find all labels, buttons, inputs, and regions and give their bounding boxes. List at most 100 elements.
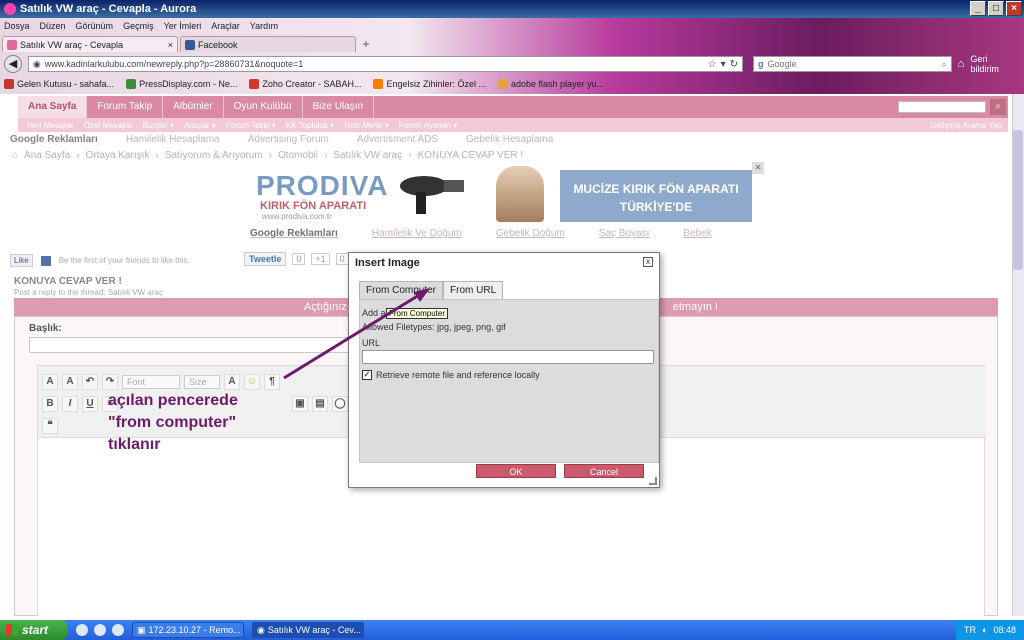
comment-icon[interactable]: ◯ [332, 396, 348, 412]
resize-grip[interactable] [649, 477, 657, 485]
site-nav-games[interactable]: Oyun Kulübü [224, 96, 303, 118]
menu-item-view[interactable]: Görünüm [76, 21, 114, 31]
image-icon[interactable]: ▣ [292, 396, 308, 412]
address-bar[interactable]: ◉ www.kadinlarkulubu.com/newreply.php?p=… [27, 56, 743, 72]
breadcrumb-item[interactable]: Otomobil [278, 150, 318, 161]
subnav-tools[interactable]: Araçlar ▾ [184, 121, 216, 130]
text-color-icon[interactable]: A [224, 374, 240, 390]
media-icon[interactable] [112, 624, 124, 636]
retrieve-remote-option[interactable]: ✓ Retrieve remote file and reference loc… [362, 370, 540, 380]
banner-link[interactable]: Bebek [683, 228, 711, 239]
subnav-private-messages[interactable]: Özel Mesajlar [84, 121, 133, 130]
advertisement-banner[interactable]: PRODIVA KIRIK FÖN APARATI www.prodiva.co… [248, 162, 764, 224]
page-scrollbar[interactable] [1012, 94, 1024, 616]
minimize-button[interactable]: _ [970, 1, 986, 16]
subnav-quick-menu[interactable]: Hızlı Menü ▾ [344, 121, 388, 130]
undo-icon[interactable]: ↶ [82, 374, 98, 390]
subnav-forum-follow[interactable]: Forum Takip ▾ [226, 121, 276, 130]
menu-item-help[interactable]: Yardım [250, 21, 278, 31]
bold-icon[interactable]: B [42, 396, 58, 412]
remove-format-icon[interactable]: A [62, 374, 78, 390]
menu-item-file[interactable]: Dosya [4, 21, 30, 31]
ad-link[interactable]: Advertising Forum [248, 134, 329, 145]
advanced-search-link[interactable]: Gelişmiş Arama Yap [930, 121, 1002, 130]
close-window-button[interactable]: × [1006, 1, 1022, 16]
bookmark-item[interactable]: adobe flash player yu... [498, 79, 604, 89]
menu-item-edit[interactable]: Düzen [40, 21, 66, 31]
new-tab-button[interactable]: + [358, 38, 374, 52]
network-icon[interactable]: ◐ [982, 625, 987, 635]
ad-link[interactable]: Google Reklamları [10, 134, 98, 145]
tweet-button[interactable]: Tweetle [244, 252, 287, 266]
dropdown-icon[interactable]: ▾ [721, 59, 726, 70]
home-icon[interactable]: ⌂ [958, 58, 965, 70]
smiley-icon[interactable]: ☺ [244, 374, 260, 390]
redo-icon[interactable]: ↷ [102, 374, 118, 390]
banner-link[interactable]: Saç Boyası [599, 228, 650, 239]
browser-tab-active[interactable]: Satılık VW araç - Cevapla × [2, 36, 178, 52]
tab-close-icon[interactable]: × [168, 40, 173, 50]
bookmark-item[interactable]: Engelsiz Zihinler: Özel ... [373, 79, 486, 89]
tab-from-computer[interactable]: From Computer [359, 281, 444, 299]
menu-item-bookmarks[interactable]: Yer İmleri [164, 21, 202, 31]
cancel-button[interactable]: Cancel [564, 464, 644, 478]
banner-link[interactable]: Google Reklamları [250, 228, 338, 239]
breadcrumb-item[interactable]: Satıyorum & Arıyorum [165, 150, 263, 161]
site-search-input[interactable] [898, 101, 986, 113]
breadcrumb-item[interactable]: Ana Sayfa [24, 150, 70, 161]
home-icon[interactable]: ⌂ [12, 150, 18, 161]
ad-link[interactable]: Advertisment ADS [357, 134, 438, 145]
browser-icon[interactable] [94, 624, 106, 636]
breadcrumb-item[interactable]: Satılık VW araç [333, 150, 402, 161]
italic-icon[interactable]: I [62, 396, 78, 412]
bookmark-item[interactable]: PressDisplay.com - Ne... [126, 79, 237, 89]
quote-icon[interactable]: ❝ [42, 418, 58, 434]
bookmark-item[interactable]: Zoho Creator - SABAH... [249, 79, 361, 89]
breadcrumb-item[interactable]: Ortaya Karışık [86, 150, 150, 161]
ok-button[interactable]: OK [476, 464, 556, 478]
subnav-horoscopes[interactable]: Burçlar ▾ [143, 121, 175, 130]
start-button[interactable]: start [0, 620, 68, 640]
search-bar[interactable]: g Google ⌕ [752, 56, 952, 72]
reload-icon[interactable]: ↻ [730, 59, 738, 70]
maximize-button[interactable]: □ [988, 1, 1004, 16]
size-select[interactable]: Size [184, 375, 220, 389]
font-select[interactable]: Font [122, 375, 180, 389]
scrollbar-thumb[interactable] [1013, 130, 1023, 270]
taskbar-item-remote[interactable]: ▣ 172.23.10.27 - Remo... [132, 622, 244, 638]
ad-link[interactable]: Gebelik Hesaplama [466, 134, 553, 145]
url-input[interactable] [362, 350, 654, 364]
dialog-close-icon[interactable]: x [643, 257, 653, 267]
subnav-new-messages[interactable]: Yeni Mesajlar [26, 121, 74, 130]
subnav-community[interactable]: KK Topluluk ▾ [286, 121, 334, 130]
banner-link[interactable]: Gebelik Doğum [496, 228, 565, 239]
taskbar-item-browser[interactable]: ◉ Satılık VW araç - Cev... [252, 622, 364, 638]
back-button[interactable]: ◀ [4, 55, 22, 73]
text-mode-icon[interactable]: A [42, 374, 58, 390]
ad-link[interactable]: Hamilelik Hesaplama [126, 134, 220, 145]
google-plus-button[interactable]: +1 [311, 253, 330, 265]
feedback-label[interactable]: Geri bildirim [970, 54, 1018, 74]
menu-item-history[interactable]: Geçmiş [123, 21, 154, 31]
like-button[interactable]: Like [10, 254, 33, 267]
site-nav-contact[interactable]: Bize Ulaşın [303, 96, 375, 118]
format-icon[interactable]: ¶ [264, 374, 280, 390]
ad-info-icon[interactable]: ✕ [752, 162, 764, 174]
star-icon[interactable]: ☆ [708, 59, 717, 70]
subnav-forum-settings[interactable]: Forum Ayarları ▾ [399, 121, 458, 130]
underline-icon[interactable]: U [82, 396, 98, 412]
tab-from-url[interactable]: From URL [443, 281, 504, 299]
title-input[interactable] [29, 337, 349, 353]
site-nav-albums[interactable]: Albümler [163, 96, 224, 118]
browser-tab-facebook[interactable]: Facebook [180, 36, 356, 52]
ie-icon[interactable] [76, 624, 88, 636]
site-search-icon[interactable]: ⌕ [990, 99, 1006, 115]
language-indicator[interactable]: TR [964, 625, 976, 635]
site-nav-home[interactable]: Ana Sayfa [18, 96, 88, 118]
menu-item-tools[interactable]: Araçlar [211, 21, 240, 31]
banner-link[interactable]: Hamilelik Ve Doğum [372, 228, 462, 239]
site-nav-forum-follow[interactable]: Forum Takip [87, 96, 164, 118]
bookmark-item[interactable]: Gelen Kutusu - sahafa... [4, 79, 114, 89]
search-icon[interactable]: ⌕ [942, 59, 947, 70]
video-icon[interactable]: ▤ [312, 396, 328, 412]
